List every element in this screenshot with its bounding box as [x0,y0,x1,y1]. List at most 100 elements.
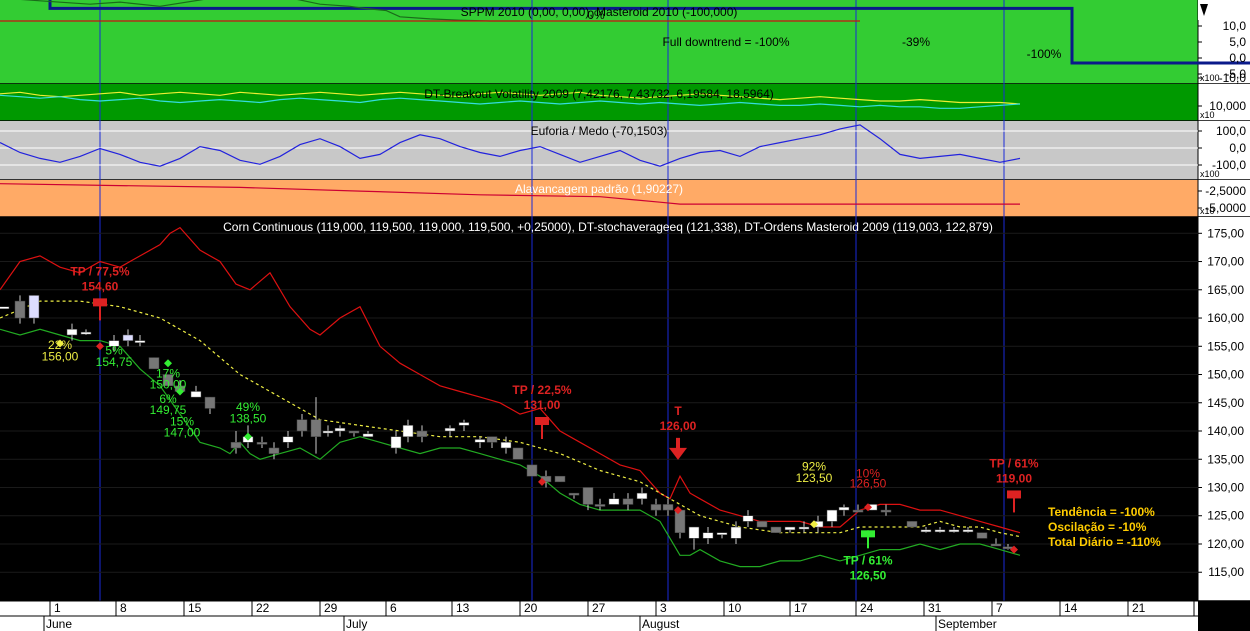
main-ytick-label: 170,00 [1207,255,1244,269]
candle-body [554,475,566,483]
candle-body [650,504,662,511]
candle-body [402,425,414,437]
candle-body [594,504,606,507]
x-tick-label: 3 [660,601,667,615]
x-tick-label: 8 [120,601,127,615]
x-month-label: July [346,617,367,631]
candle-body [674,509,686,533]
panel-sppm-annotation: -100% [1027,47,1062,61]
candle-body [784,526,796,531]
x-month-label: August [642,617,680,631]
main-ytick-label: 115,00 [1208,565,1244,579]
candle-body [730,526,742,539]
panel-volatility-ytick-label: 10,000 [1209,99,1246,113]
main-ytick-label: 140,00 [1207,424,1244,438]
x-tick-label: 17 [794,601,808,615]
x-tick-label: 7 [996,601,1003,615]
summary-line: Total Diário = -110% [1048,535,1161,549]
panel-alavancagem-ytick-label: -2,5000 [1205,184,1246,198]
candle-body [934,529,946,533]
candle-body [608,498,620,505]
candle-body [662,504,674,511]
panel-alavancagem-title: Alavancagem padrão (1,90227) [515,182,683,196]
main-annotation: 150,00 [150,378,187,392]
signal-value: 154,60 [82,279,119,293]
candle-body [702,532,714,539]
main-ytick-label: 135,00 [1207,452,1244,466]
x-tick-label: 15 [188,601,202,615]
candle-body [334,427,346,432]
panel-sppm-ytick-label: 0,0 [1229,51,1246,65]
candle-body [486,436,498,443]
candle-body [256,442,268,445]
main-ytick-label: 165,00 [1207,283,1244,297]
main-annotation: 123,50 [796,471,833,485]
candle-body [268,447,280,454]
candle-body [906,521,918,528]
candle-body [990,543,1002,547]
candle-body [526,464,538,477]
signal-label: T [674,404,682,418]
signal-value: 119,00 [996,471,1032,485]
panel-sppm-annotation: -39% [902,35,930,49]
candle-body [362,433,374,437]
signal-label: TP / 22,5% [512,383,571,397]
signal-value: 131,00 [524,398,561,412]
x-tick-label: 6 [390,601,397,615]
candle-body [80,331,92,335]
candle-body [798,526,810,530]
candle-body [390,436,402,449]
x-month-label: September [938,617,997,631]
main-ytick-label: 150,00 [1207,368,1244,382]
x-tick-label: 24 [860,601,874,615]
candle-body [134,340,146,343]
candle-body [296,419,308,432]
summary-line: Oscilação = -10% [1048,520,1147,534]
candle-body [14,300,26,319]
candle-body [852,509,864,513]
summary-line: Tendência = -100% [1048,505,1155,519]
sell-signal-flag-icon [1007,490,1021,499]
panel-euforia-ytick-label: 100,0 [1216,124,1246,138]
signal-label: TP / 77,5% [70,264,129,278]
candle-body [688,526,700,539]
candle-body [310,419,322,437]
candle-body [880,509,892,513]
candle-body [322,430,334,434]
panel-euforia-ytick-label: 0,0 [1229,141,1246,155]
main-ytick-label: 130,00 [1207,480,1244,494]
panel-alavancagem-scale-tag: x10 [1200,206,1215,216]
main-ytick-label: 175,00 [1207,226,1244,240]
x-tick-label: 20 [524,601,538,615]
panel-sppm-annotation: Full downtrend = -100% [662,35,789,49]
main-annotation: 138,50 [230,412,267,426]
candle-body [742,515,754,522]
panel-sppm-scale-tag: x100 [1200,73,1220,83]
candle-body [458,422,470,426]
candle-body [474,439,486,443]
candle-body [282,436,294,443]
candle-body [204,396,216,409]
candle-body [622,498,634,505]
candle-body [230,442,242,449]
main-ytick-label: 155,00 [1207,339,1244,353]
x-tick-label: 14 [1064,601,1078,615]
x-tick-label: 22 [256,601,270,615]
signal-label: TP / 61% [989,456,1038,470]
candle-body [716,532,728,535]
x-tick-label: 27 [592,601,606,615]
panel-sppm-ytick-label: 10,0 [1223,19,1247,33]
signal-label: TP / 61% [843,553,892,567]
main-annotation: 147,00 [164,426,201,440]
x-tick-label: 1 [54,601,61,615]
candle-body [0,306,10,309]
candle-body [416,430,428,437]
panel-volatility-title: DT-Breakout Volatility 2009 (7,42176, 7,… [424,87,774,101]
candle-body [512,447,524,460]
candle-body [770,526,782,533]
x-month-label: June [46,617,72,631]
main-annotation: 154,75 [96,355,133,369]
candle-body [568,492,580,496]
x-tick-label: 21 [1132,601,1146,615]
candle-body [28,295,40,319]
